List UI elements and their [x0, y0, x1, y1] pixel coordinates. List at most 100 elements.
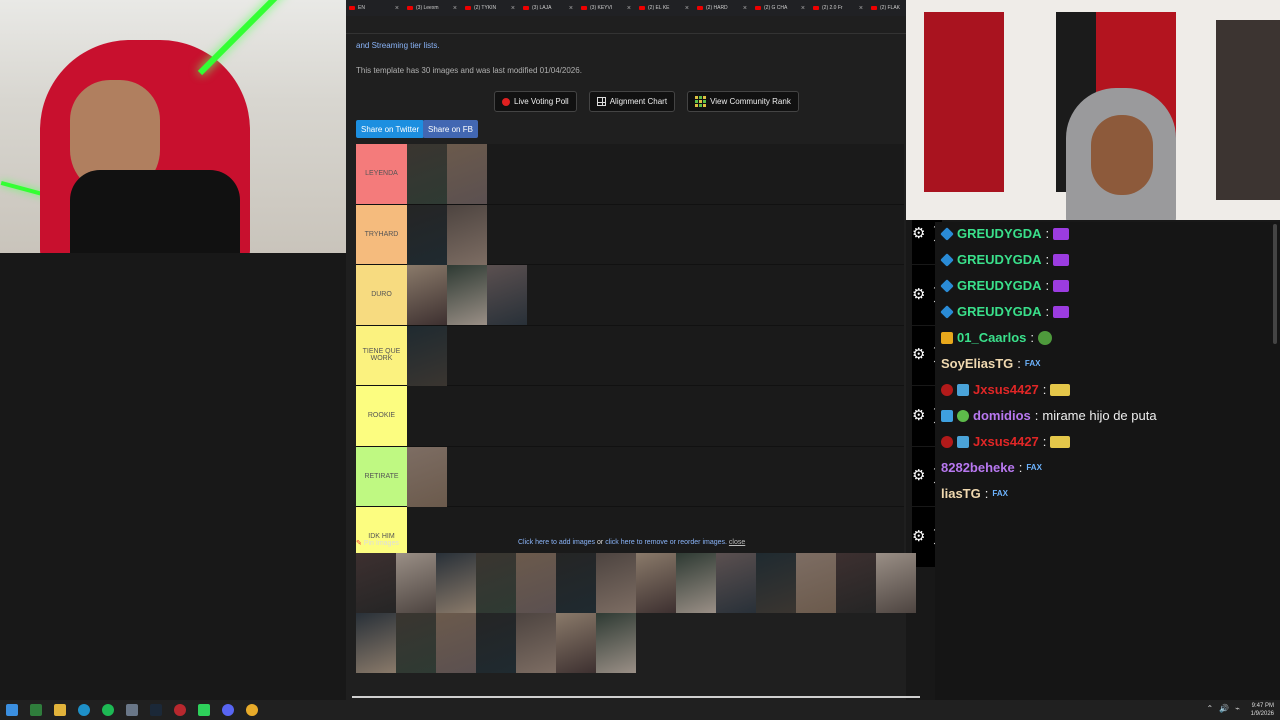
- tier-label[interactable]: TRYHARD: [356, 204, 407, 264]
- tier-image[interactable]: [487, 265, 527, 325]
- tier-label[interactable]: DURO: [356, 265, 407, 325]
- pool-image[interactable]: [796, 553, 836, 613]
- spotify-icon[interactable]: [102, 704, 114, 716]
- tier-drop-zone[interactable]: [407, 265, 904, 325]
- browser-tab[interactable]: (3) LAJA ×: [520, 0, 576, 16]
- pool-image[interactable]: [396, 553, 436, 613]
- browser-tab[interactable]: (2) FLAK×: [868, 0, 906, 16]
- close-icon[interactable]: ×: [511, 5, 515, 12]
- browser-tab[interactable]: (2) G CHA ×: [752, 0, 808, 16]
- pool-image[interactable]: [756, 553, 796, 613]
- pool-image[interactable]: [436, 553, 476, 613]
- tier-image[interactable]: [407, 204, 447, 265]
- community-rank-button[interactable]: View Community Rank: [687, 91, 799, 112]
- pool-image[interactable]: [356, 613, 396, 673]
- horizontal-scrollbar[interactable]: [352, 696, 920, 698]
- browser-tab[interactable]: (2) 2.0 Fr ×: [810, 0, 866, 16]
- tier-drop-zone[interactable]: [407, 446, 904, 507]
- chat-username[interactable]: GREUDYGDA: [957, 304, 1042, 319]
- close-icon[interactable]: ×: [801, 5, 805, 12]
- share-fb-button[interactable]: Share on FB: [423, 120, 478, 138]
- chat-username[interactable]: liasTG: [941, 486, 981, 501]
- chevron-up-icon[interactable]: ⌃: [1207, 704, 1214, 713]
- pool-image[interactable]: [516, 613, 556, 673]
- start-icon[interactable]: [6, 704, 18, 716]
- chat-username[interactable]: GREUDYGDA: [957, 226, 1042, 241]
- close-icon[interactable]: ×: [685, 5, 689, 12]
- pool-image[interactable]: [356, 553, 396, 613]
- tier-image[interactable]: [407, 265, 447, 325]
- tier-image[interactable]: [447, 265, 487, 325]
- chat-username[interactable]: 01_Caarlos: [957, 330, 1026, 345]
- pen-icon[interactable]: [126, 704, 138, 716]
- gear-icon[interactable]: ⚙: [912, 347, 926, 362]
- add-images-link[interactable]: Click here to add images: [518, 539, 595, 546]
- chat-username[interactable]: Jxsus4427: [973, 382, 1039, 397]
- volume-icon[interactable]: 🔊: [1219, 704, 1229, 713]
- close-icon[interactable]: ×: [627, 5, 631, 12]
- browser-tab[interactable]: (2) EL KE ×: [636, 0, 692, 16]
- network-icon[interactable]: ⌁: [1235, 704, 1240, 713]
- pool-image[interactable]: [476, 553, 516, 613]
- tier-drop-zone[interactable]: [407, 144, 904, 204]
- chat-username[interactable]: GREUDYGDA: [957, 252, 1042, 267]
- pool-image[interactable]: [436, 613, 476, 673]
- close-hint-link[interactable]: close: [729, 539, 745, 546]
- tier-drop-zone[interactable]: [407, 325, 904, 386]
- browser-tab[interactable]: ΕΝ ×: [346, 0, 402, 16]
- browser-tab[interactable]: (2) TYKIN ×: [462, 0, 518, 16]
- pool-image[interactable]: [716, 553, 756, 613]
- browser-tab[interactable]: (3) KEYVI ×: [578, 0, 634, 16]
- folder-icon[interactable]: [54, 704, 66, 716]
- page-subtitle[interactable]: and Streaming tier lists.: [356, 41, 440, 50]
- chat-username[interactable]: 8282beheke: [941, 460, 1015, 475]
- steam-icon[interactable]: [150, 704, 162, 716]
- pool-image[interactable]: [676, 553, 716, 613]
- system-tray[interactable]: ⌃ 🔊 ⌁: [1207, 704, 1241, 713]
- close-icon[interactable]: ×: [743, 5, 747, 12]
- live-voting-button[interactable]: Live Voting Poll: [494, 91, 577, 112]
- gear-icon[interactable]: ⚙: [912, 226, 926, 241]
- chat-username[interactable]: SoyEliasTG: [941, 356, 1013, 371]
- pool-image[interactable]: [396, 613, 436, 673]
- browser-tab[interactable]: (3) Leexm ×: [404, 0, 460, 16]
- pool-image[interactable]: [476, 613, 516, 673]
- tier-label[interactable]: RETIRATE: [356, 446, 407, 506]
- chat-scrollbar[interactable]: [1273, 224, 1277, 344]
- tier-image[interactable]: [407, 144, 447, 204]
- chat-username[interactable]: GREUDYGDA: [957, 278, 1042, 293]
- remove-images-link[interactable]: click here to remove or reorder images.: [605, 539, 727, 546]
- pool-image[interactable]: [836, 553, 876, 613]
- tier-drop-zone[interactable]: [407, 386, 904, 446]
- obs-icon[interactable]: [174, 704, 186, 716]
- tier-image[interactable]: [407, 446, 447, 507]
- close-icon[interactable]: ×: [859, 5, 863, 12]
- edge-icon[interactable]: [78, 704, 90, 716]
- tier-image[interactable]: [407, 325, 447, 386]
- tier-image[interactable]: [447, 204, 487, 265]
- tier-label[interactable]: ROOKIE: [356, 386, 407, 446]
- browser-tab[interactable]: (2) HARD ×: [694, 0, 750, 16]
- chrome-icon[interactable]: [246, 704, 258, 716]
- pool-image[interactable]: [556, 553, 596, 613]
- pin-images-toggle[interactable]: ✎ Pin Images: [356, 539, 399, 547]
- close-icon[interactable]: ×: [569, 5, 573, 12]
- gear-icon[interactable]: ⚙: [912, 468, 926, 483]
- gear-icon[interactable]: ⚙: [912, 287, 926, 302]
- tier-drop-zone[interactable]: [407, 204, 904, 265]
- tier-image[interactable]: [447, 144, 487, 204]
- tier-label[interactable]: TIENE QUE WORK: [356, 325, 407, 385]
- pool-image[interactable]: [636, 553, 676, 613]
- discord-icon[interactable]: [222, 704, 234, 716]
- pool-image[interactable]: [596, 553, 636, 613]
- pool-image[interactable]: [556, 613, 596, 673]
- kick-icon[interactable]: [198, 704, 210, 716]
- close-icon[interactable]: ×: [453, 5, 457, 12]
- close-icon[interactable]: ×: [395, 5, 399, 12]
- terminal-icon[interactable]: [30, 704, 42, 716]
- share-twitter-button[interactable]: Share on Twitter: [356, 120, 425, 138]
- chat-username[interactable]: domidios: [973, 408, 1031, 423]
- tier-label[interactable]: LEYENDA: [356, 144, 407, 204]
- clock[interactable]: 9:47 PM 1/9/2026: [1251, 702, 1274, 718]
- gear-icon[interactable]: ⚙: [912, 529, 926, 544]
